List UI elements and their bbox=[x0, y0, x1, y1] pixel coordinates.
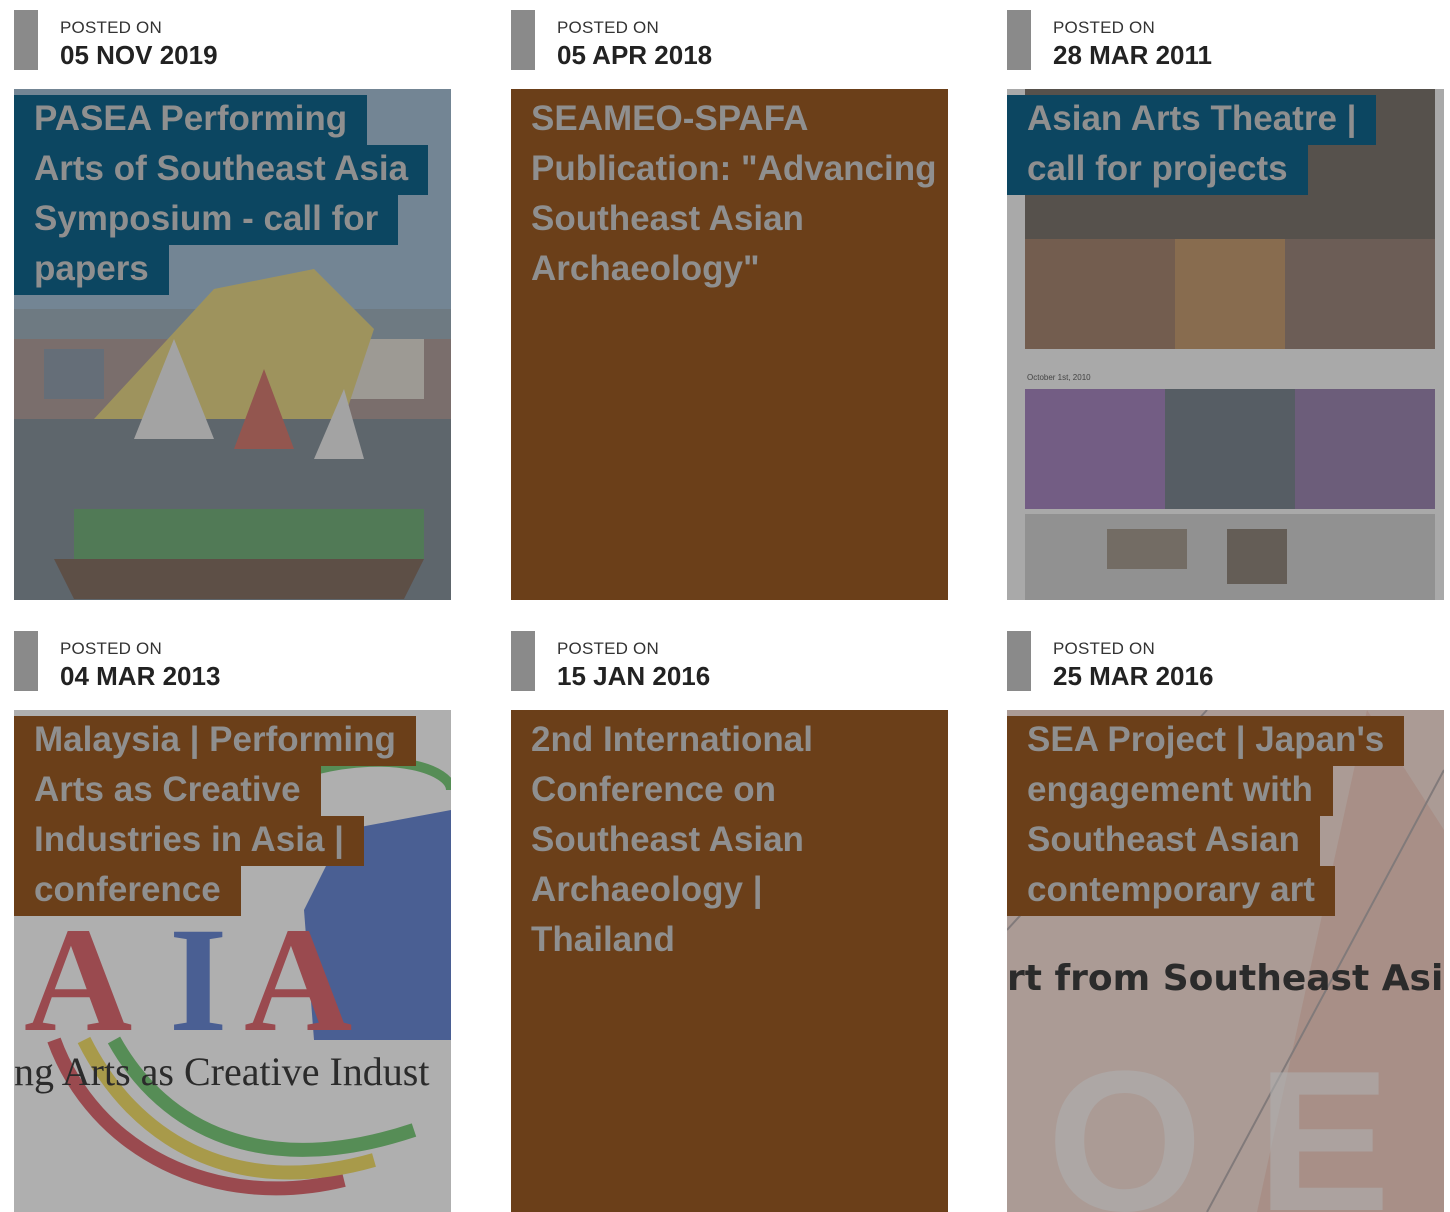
post-title[interactable]: SEA Project | Japan's engagement with So… bbox=[1007, 716, 1427, 916]
post-date: 05 APR 2018 bbox=[557, 40, 713, 70]
post-date: 25 MAR 2016 bbox=[1053, 661, 1214, 691]
posted-on-label: POSTED ON bbox=[60, 639, 162, 658]
date-accent-bar bbox=[1007, 10, 1031, 70]
posted-on-label: POSTED ON bbox=[557, 18, 659, 37]
post-date-block: POSTED ON 25 MAR 2016 bbox=[1007, 621, 1444, 691]
post-date-block: POSTED ON 05 NOV 2019 bbox=[14, 0, 451, 70]
post-date: 04 MAR 2013 bbox=[60, 661, 221, 691]
post-thumbnail[interactable]: October 1st, 2010 Asian Arts Theatre | c… bbox=[1007, 89, 1444, 600]
post-title[interactable]: 2nd International Conference on Southeas… bbox=[511, 716, 931, 966]
date-accent-bar bbox=[511, 631, 535, 691]
svg-text:I: I bbox=[169, 897, 227, 1063]
date-accent-bar bbox=[1007, 631, 1031, 691]
post-date-block: POSTED ON 05 APR 2018 bbox=[511, 0, 948, 70]
post-date-block: POSTED ON 04 MAR 2013 bbox=[14, 621, 451, 691]
post-date: 28 MAR 2011 bbox=[1053, 40, 1212, 70]
post-card[interactable]: POSTED ON 15 JAN 2016 2nd International … bbox=[511, 621, 948, 1212]
svg-text:E: E bbox=[1257, 1030, 1390, 1212]
post-date: 15 JAN 2016 bbox=[557, 661, 711, 691]
post-date-block: POSTED ON 15 JAN 2016 bbox=[511, 621, 948, 691]
svg-text:A: A bbox=[244, 897, 352, 1063]
post-card[interactable]: POSTED ON 05 NOV 2019 PASEA Performing A… bbox=[14, 0, 451, 600]
post-thumbnail[interactable]: O E rt from Southeast Asia 1 SEA Project… bbox=[1007, 710, 1444, 1212]
posted-on-label: POSTED ON bbox=[1053, 639, 1155, 658]
post-thumbnail[interactable]: 2nd International Conference on Southeas… bbox=[511, 710, 948, 1212]
post-date-block: POSTED ON 28 MAR 2011 bbox=[1007, 0, 1444, 70]
svg-text:O: O bbox=[1047, 1030, 1203, 1212]
post-card[interactable]: POSTED ON 05 APR 2018 SEAMEO-SPAFA Publi… bbox=[511, 0, 948, 600]
svg-text:A: A bbox=[24, 897, 132, 1063]
image-caption: ng Arts as Creative Indust bbox=[14, 1049, 430, 1094]
image-caption: rt from Southeast Asia 1 bbox=[1007, 958, 1444, 999]
post-thumbnail[interactable]: PASEA Performing Arts of Southeast Asia … bbox=[14, 89, 451, 600]
post-card[interactable]: POSTED ON 04 MAR 2013 A I A ng Arts as C… bbox=[14, 621, 451, 1212]
date-accent-bar bbox=[14, 10, 38, 70]
post-thumbnail[interactable]: SEAMEO-SPAFA Publication: "Advancing Sou… bbox=[511, 89, 948, 600]
posted-on-label: POSTED ON bbox=[1053, 18, 1155, 37]
post-title[interactable]: PASEA Performing Arts of Southeast Asia … bbox=[14, 95, 434, 295]
post-title[interactable]: Asian Arts Theatre | call for projects bbox=[1007, 95, 1427, 195]
posted-on-label: POSTED ON bbox=[557, 639, 659, 658]
post-card[interactable]: POSTED ON 28 MAR 2011 October 1st, 2010 … bbox=[1007, 0, 1444, 600]
posted-on-label: POSTED ON bbox=[60, 18, 162, 37]
date-accent-bar bbox=[511, 10, 535, 70]
post-title[interactable]: Malaysia | Performing Arts as Creative I… bbox=[14, 716, 434, 916]
date-accent-bar bbox=[14, 631, 38, 691]
post-title[interactable]: SEAMEO-SPAFA Publication: "Advancing Sou… bbox=[511, 95, 937, 295]
image-caption: October 1st, 2010 bbox=[1027, 373, 1091, 382]
post-thumbnail[interactable]: A I A ng Arts as Creative Indust Malaysi… bbox=[14, 710, 451, 1212]
post-card[interactable]: POSTED ON 25 MAR 2016 O E rt from Southe… bbox=[1007, 621, 1444, 1212]
post-date: 05 NOV 2019 bbox=[60, 40, 218, 70]
